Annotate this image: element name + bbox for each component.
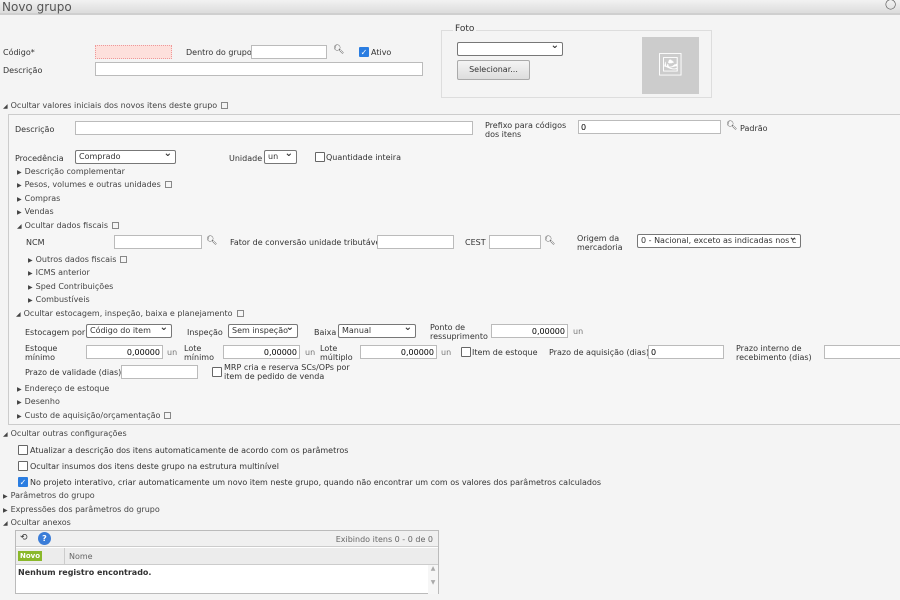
padrao-link[interactable]: Padrão xyxy=(740,124,768,133)
page-title: Novo grupo xyxy=(2,0,72,14)
column-header-nome[interactable]: Nome xyxy=(69,552,93,561)
unit-label: un xyxy=(441,348,452,357)
refresh-icon[interactable]: ⟲ xyxy=(20,533,28,543)
grid-scrollbar[interactable]: ▲ ▼ xyxy=(428,565,438,594)
prazo-aquisicao-label: Prazo de aquisição (dias) xyxy=(549,348,650,357)
foto-select[interactable] xyxy=(457,42,563,56)
ncm-input[interactable] xyxy=(114,235,202,249)
lote-multiplo-label: Lote múltiplo xyxy=(320,344,353,362)
toggle-custo-aquisicao[interactable]: ▶ Custo de aquisição/orçamentação xyxy=(17,411,172,420)
toggle-vendas[interactable]: ▶ Vendas xyxy=(17,207,54,216)
valores-descricao-label: Descrição xyxy=(15,125,55,134)
prazo-interno-input[interactable] xyxy=(824,345,900,359)
procedencia-select[interactable]: Comprado xyxy=(75,150,176,164)
prazo-validade-label: Prazo de validade (dias) xyxy=(25,368,122,377)
lote-minimo-label: Lote mínimo xyxy=(184,344,214,362)
codigo-input[interactable] xyxy=(95,45,172,59)
ponto-input[interactable] xyxy=(491,324,568,338)
fator-input[interactable] xyxy=(377,235,454,249)
prazo-aquisicao-input[interactable] xyxy=(648,345,724,359)
ativo-checkbox[interactable]: ✓ xyxy=(359,47,369,57)
toggle-estocagem[interactable]: ◢ Ocultar estocagem, inspeção, baixa e pl… xyxy=(16,309,244,318)
cest-input[interactable] xyxy=(489,235,541,249)
inspecao-select[interactable]: Sem inspeção xyxy=(228,324,298,338)
toggle-parametros-grupo[interactable]: ▶ Parâmetros do grupo xyxy=(3,491,95,500)
baixa-label: Baixa xyxy=(314,328,337,337)
prazo-validade-input[interactable] xyxy=(121,365,198,379)
unidade-label: Unidade xyxy=(229,154,263,163)
baixa-select[interactable]: Manual xyxy=(338,324,416,338)
toggle-pesos-volumes[interactable]: ▶ Pesos, volumes e outras unidades xyxy=(17,180,172,189)
prefixo-input[interactable] xyxy=(578,120,721,134)
item-estoque-checkbox[interactable] xyxy=(461,347,471,357)
cest-label: CEST xyxy=(465,238,486,247)
toggle-outras-configuracoes[interactable]: ◢ Ocultar outras configurações xyxy=(3,429,127,438)
codigo-label: Código* xyxy=(3,48,35,57)
search-icon[interactable]: 🔍︎ xyxy=(726,121,737,131)
toggle-icms-anterior[interactable]: ▶ ICMS anterior xyxy=(28,268,90,277)
origem-select[interactable]: 0 - Nacional, exceto as indicadas nos c xyxy=(637,234,801,248)
estocagem-select[interactable]: Código do item xyxy=(86,324,172,338)
search-icon[interactable]: 🔍︎ xyxy=(206,236,217,246)
help-icon[interactable]: ? xyxy=(38,532,51,545)
unit-label: un xyxy=(305,348,316,357)
ativo-label: Ativo xyxy=(371,48,392,57)
search-icon[interactable]: 🔍︎ xyxy=(333,45,344,55)
unidade-select[interactable]: un xyxy=(264,150,297,164)
atualizar-descricao-label: Atualizar a descrição dos itens automati… xyxy=(30,446,349,455)
prefixo-label: Prefixo para códigos dos itens xyxy=(485,121,567,139)
anexos-grid: ⟲ ? Exibindo itens 0 - 0 de 0 Novo Nome … xyxy=(15,530,439,594)
lote-multiplo-input[interactable] xyxy=(360,345,437,359)
origem-label: Origem da mercadoria xyxy=(577,234,623,252)
search-icon[interactable]: 🔍︎ xyxy=(544,236,555,246)
toggle-endereco-estoque[interactable]: ▶ Endereço de estoque xyxy=(17,384,109,393)
grid-count: Exibindo itens 0 - 0 de 0 xyxy=(335,535,433,544)
novo-button[interactable]: Novo xyxy=(18,551,43,561)
foto-legend: Foto xyxy=(453,24,477,34)
toggle-valores-iniciais[interactable]: ◢ Ocultar valores iniciais dos novos iten… xyxy=(3,101,229,110)
mrp-checkbox[interactable] xyxy=(212,367,222,377)
atualizar-descricao-checkbox[interactable] xyxy=(18,445,28,455)
toggle-desenho[interactable]: ▶ Desenho xyxy=(17,397,60,406)
projeto-interativo-label: No projeto interativo, criar automaticam… xyxy=(30,478,602,487)
procedencia-label: Procedência xyxy=(15,154,64,163)
ocultar-insumos-checkbox[interactable] xyxy=(18,461,28,471)
quantidade-inteira-checkbox[interactable] xyxy=(315,152,325,162)
unit-label: un xyxy=(573,327,584,336)
dentro-label: Dentro do grupo xyxy=(186,48,252,57)
estocagem-por-label: Estocagem por xyxy=(25,328,86,337)
toggle-descricao-complementar[interactable]: ▶ Descrição complementar xyxy=(17,167,125,176)
unit-label: un xyxy=(167,348,178,357)
descricao-input[interactable] xyxy=(95,62,423,76)
toggle-sped[interactable]: ▶ Sped Contribuições xyxy=(28,282,113,291)
selecionar-button[interactable]: Selecionar... xyxy=(457,60,530,80)
lote-minimo-input[interactable] xyxy=(223,345,300,359)
toggle-combustiveis[interactable]: ▶ Combustíveis xyxy=(28,295,90,304)
inspecao-label: Inspeção xyxy=(187,328,223,337)
toggle-anexos[interactable]: ◢ Ocultar anexos xyxy=(3,518,71,527)
toggle-dados-fiscais[interactable]: ◢ Ocultar dados fiscais xyxy=(17,221,120,230)
estoque-minimo-input[interactable] xyxy=(86,345,163,359)
item-estoque-label: Item de estoque xyxy=(472,348,538,357)
estoque-minimo-label: Estoque mínimo xyxy=(25,344,58,362)
empty-message: Nenhum registro encontrado. xyxy=(18,568,152,577)
toggle-compras[interactable]: ▶ Compras xyxy=(17,194,60,203)
prazo-interno-label: Prazo interno de recebimento (dias) xyxy=(736,344,812,362)
quantidade-inteira-label: Quantidade inteira xyxy=(326,153,401,162)
ocultar-insumos-label: Ocultar insumos dos itens deste grupo na… xyxy=(30,462,279,471)
fator-label: Fator de conversão unidade tributável xyxy=(230,238,383,247)
toggle-expressoes-parametros[interactable]: ▶ Expressões dos parâmetros do grupo xyxy=(3,505,160,514)
projeto-interativo-checkbox[interactable]: ✓ xyxy=(18,477,28,487)
image-placeholder-icon: 🖼︎ xyxy=(642,37,699,94)
comment-icon[interactable]: ◯ xyxy=(885,0,896,10)
mrp-label: MRP cria e reserva SCs/OPs por item de pe… xyxy=(224,363,350,381)
toggle-outros-dados-fiscais[interactable]: ▶ Outros dados fiscais xyxy=(28,255,128,264)
valores-descricao-input[interactable] xyxy=(75,121,473,135)
descricao-label: Descrição xyxy=(3,66,43,75)
dentro-grupo-input[interactable] xyxy=(251,45,327,59)
ncm-label: NCM xyxy=(26,238,45,247)
title-bar: Novo grupo ◯ xyxy=(0,0,900,15)
ponto-label: Ponto de ressuprimento xyxy=(430,323,488,341)
